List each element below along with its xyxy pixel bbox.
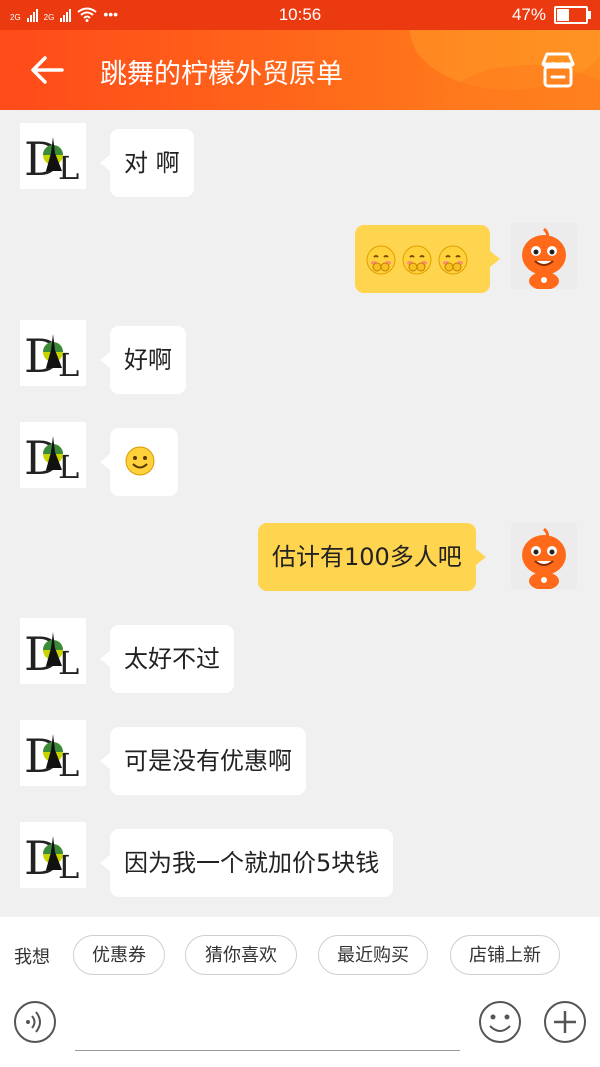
message-text: 因为我一个就加价5块钱: [124, 849, 380, 877]
message-text: 太好不过: [124, 645, 220, 673]
seller-avatar[interactable]: DL: [20, 720, 86, 786]
message-bubble-in[interactable]: 对 啊: [100, 129, 194, 197]
shy-face-emoji-icon: [402, 245, 432, 275]
shy-face-emoji-icon: [438, 245, 468, 275]
seller-avatar[interactable]: DL: [20, 822, 86, 888]
status-right: 47%: [511, 5, 591, 25]
message-bubble-out[interactable]: 估计有100多人吧: [258, 523, 486, 591]
user-avatar[interactable]: [511, 223, 577, 289]
plus-icon[interactable]: [543, 1000, 587, 1044]
message-bubble-in[interactable]: 太好不过: [100, 625, 234, 693]
message-bubble-in[interactable]: 可是没有优惠啊: [100, 727, 306, 795]
voice-icon[interactable]: [13, 1000, 57, 1044]
message-bubble-out[interactable]: [355, 225, 500, 293]
chip-recent-purchase[interactable]: 最近购买: [318, 935, 428, 975]
user-avatar[interactable]: [511, 523, 577, 589]
chip-coupon[interactable]: 优惠券: [73, 935, 165, 975]
smile-emoji-icon: [125, 446, 155, 476]
seller-avatar[interactable]: DL: [20, 618, 86, 684]
message-bubble-in[interactable]: [100, 428, 178, 496]
chat-title: 跳舞的柠檬外贸原单: [100, 59, 343, 90]
seller-avatar[interactable]: DL: [20, 422, 86, 488]
seller-avatar[interactable]: DL: [20, 123, 86, 189]
message-bubble-in[interactable]: 好啊: [100, 326, 186, 394]
chip-shop-new[interactable]: 店铺上新: [450, 935, 560, 975]
message-text: 好啊: [124, 346, 172, 374]
back-arrow-icon[interactable]: [28, 52, 68, 88]
emoji-icon[interactable]: [478, 1000, 522, 1044]
message-text: 可是没有优惠啊: [124, 747, 292, 775]
chat-area[interactable]: DL 对 啊 DL 好啊 DL 估计有100多人吧 DL 太好不过 DL 可是没…: [0, 110, 600, 917]
chat-header: 跳舞的柠檬外贸原单: [0, 30, 600, 110]
suggestion-label: 我想: [14, 947, 50, 968]
battery-icon: [554, 6, 591, 24]
input-underline: [75, 1050, 460, 1051]
battery-percent: 47%: [511, 5, 546, 24]
message-text: 估计有100多人吧: [272, 543, 462, 571]
message-text: 对 啊: [124, 149, 180, 177]
battery-level: [557, 9, 569, 21]
shop-icon[interactable]: [538, 50, 578, 90]
message-bubble-in[interactable]: 因为我一个就加价5块钱: [99, 829, 394, 897]
seller-avatar[interactable]: DL: [20, 320, 86, 386]
status-bar: 2G 2G ••• 10:56 47%: [0, 0, 600, 30]
message-input[interactable]: [75, 1005, 464, 1047]
shy-face-emoji-icon: [366, 245, 396, 275]
status-time: 10:56: [278, 5, 322, 24]
chip-recommend[interactable]: 猜你喜欢: [185, 935, 297, 975]
